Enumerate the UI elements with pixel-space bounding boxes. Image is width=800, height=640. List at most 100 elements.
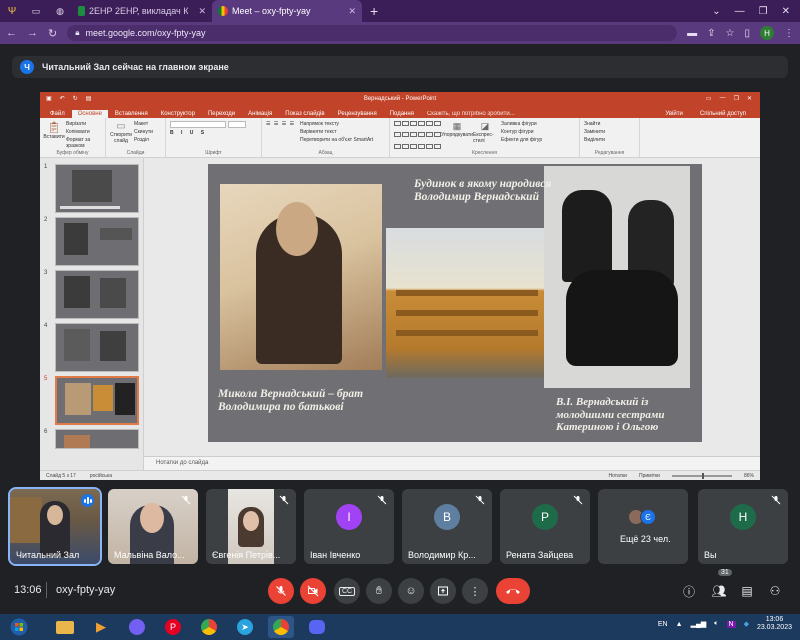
tab-classroom[interactable]: 2ЕНР 2ЕНР, викладач Куслій В.М. ✕ [72, 0, 212, 22]
mic-toggle-button[interactable] [268, 578, 294, 604]
telegram-icon: ➤ [237, 619, 253, 635]
arrange-label: Упорядкувати [441, 132, 473, 138]
captions-button[interactable]: CC [334, 578, 360, 604]
taskbar-chrome-active[interactable] [268, 616, 294, 638]
tray-app-icon[interactable]: ◆ [744, 620, 749, 628]
mic-off-icon [474, 494, 486, 506]
url-field[interactable]: 🔒︎ meet.google.com/oxy-fpty-yay [67, 25, 678, 41]
ribbon-tab-review: Рецензування [337, 111, 377, 117]
participant-tile[interactable]: В Володимир Кр... [402, 489, 492, 564]
forward-icon[interactable]: → [27, 27, 38, 39]
slide-number: 4 [44, 323, 48, 329]
close-icon[interactable]: ✕ [348, 6, 356, 17]
address-toolbar: ← → ↻ 🔒︎ meet.google.com/oxy-fpty-yay ▬ … [0, 22, 800, 44]
chat-icon[interactable]: ▤ [738, 582, 756, 600]
ppt-status-bar: Слайд 5 з 17 російська Нотатки Примітки … [40, 470, 760, 480]
sign-in-label: Увійти [665, 111, 683, 117]
copy-label: Копіювати [66, 129, 90, 135]
volume-icon[interactable]: 🔈︎ [714, 620, 718, 628]
camera-toggle-button[interactable] [300, 578, 326, 604]
share-icon[interactable]: ⇪ [707, 28, 715, 39]
ribbon-tab-design: Конструктор [160, 111, 195, 117]
tab-pinned-2[interactable]: ▭ [24, 0, 48, 22]
raise-hand-button[interactable]: ✋︎ [366, 578, 392, 604]
tab-pinned-1[interactable]: Ψ [0, 0, 24, 22]
taskbar-clock[interactable]: 13:06 23.03.2023 [757, 616, 792, 633]
participant-name: Іван Івченко [310, 550, 361, 560]
thumbnail-row: 6 [44, 429, 139, 449]
ribbon-tab-file: Файл [50, 111, 65, 117]
meet-controls-bar: 13:06 oxy-fpty-yay CC ✋︎ ☺ ⋮ ⓘ 👥︎ ▤ ⚇ [0, 574, 800, 606]
sidepanel-icon[interactable]: ▯ [744, 28, 750, 39]
taskbar-viber[interactable] [124, 616, 150, 638]
tab-search-icon[interactable]: ⌄ [712, 6, 720, 17]
taskbar-discord[interactable] [304, 616, 330, 638]
group-label: Слайди [126, 150, 145, 156]
participant-name: Читальний Зал [16, 550, 80, 560]
maximize-icon[interactable]: ❐ [759, 6, 768, 17]
reset-label: Скинути [134, 129, 153, 135]
taskbar-pinterest[interactable]: P [160, 616, 186, 638]
back-icon[interactable]: ← [6, 27, 17, 39]
participant-tile[interactable]: Читальний Зал [8, 487, 102, 566]
onenote-icon[interactable]: N [726, 620, 736, 628]
slideshow-icon: ▤ [85, 96, 92, 102]
minimize-icon[interactable]: — [735, 6, 745, 17]
self-tile[interactable]: Н Вы [698, 489, 788, 564]
close-icon[interactable]: ✕ [198, 6, 206, 17]
ppt-window-title: Вернадський - PowerPoint [363, 96, 437, 102]
thumbnail-row: 4 [44, 323, 139, 372]
meeting-info-icon[interactable]: ⓘ [680, 582, 698, 600]
close-window-icon[interactable]: ✕ [782, 6, 790, 17]
taskbar-explorer[interactable] [52, 616, 78, 638]
present-button[interactable] [430, 578, 456, 604]
thumbnail-row: 1 [44, 164, 139, 213]
more-participants-tile[interactable]: Є Ещё 23 чел. [598, 489, 688, 564]
taskbar-chrome[interactable] [196, 616, 222, 638]
reload-icon[interactable]: ↻ [48, 27, 57, 40]
tray-arrow-icon[interactable]: ▲ [676, 621, 683, 628]
participant-name: Володимир Кр... [408, 550, 476, 560]
participant-tile[interactable]: Євгенія Петрів... [206, 489, 296, 564]
shape-outline-label: Контур фігури [501, 129, 534, 135]
network-icon[interactable]: ▂▄▆ [691, 620, 707, 628]
profile-avatar[interactable]: Н [760, 26, 774, 40]
participant-name: Рената Зайцева [506, 550, 574, 560]
slide-thumbnail [55, 164, 139, 213]
trident-icon: Ψ [7, 5, 17, 17]
new-slide-label: Створити слайд [110, 132, 132, 144]
smartart-label: Перетворити на об'єкт SmartArt [300, 137, 374, 143]
thumbnail-row: 2 [44, 217, 139, 266]
font-format-buttons: B I U S [170, 130, 208, 136]
more-options-button[interactable]: ⋮ [462, 578, 488, 604]
mic-off-icon [278, 494, 290, 506]
caption-brother: Микола Вернадський – брат Володимира по … [218, 388, 364, 414]
folder-icon: ▭ [31, 5, 41, 16]
leave-call-button[interactable] [496, 578, 530, 604]
participant-avatar: В [434, 504, 460, 530]
menu-kebab-icon[interactable]: ⋮ [784, 28, 794, 39]
activities-icon[interactable]: ⚇ [766, 582, 784, 600]
input-language[interactable]: EN [658, 621, 668, 628]
tab-meet[interactable]: Meet – oxy-fpty-yay ✕ [212, 0, 362, 22]
minimize-icon: — [719, 95, 726, 101]
participant-tile[interactable]: Р Рената Зайцева [500, 489, 590, 564]
bookmark-star-icon[interactable]: ☆ [726, 28, 735, 39]
participant-tile[interactable]: Мальвіна Вало... [108, 489, 198, 564]
camera-icon[interactable]: ▬ [687, 28, 697, 39]
system-tray: EN ▲ ▂▄▆ 🔈︎ N ◆ 13:06 23.03.2023 [658, 616, 792, 633]
new-tab-button[interactable]: + [362, 3, 386, 19]
ribbon-tab-home: Основне [71, 110, 108, 118]
start-button[interactable] [6, 616, 32, 638]
shape-effects-label: Ефекти для фігур [501, 137, 543, 143]
participant-tile[interactable]: І Іван Івченко [304, 489, 394, 564]
taskbar-media-player[interactable]: ▶ [88, 616, 114, 638]
group-label: Абзац [318, 150, 333, 156]
taskbar-telegram[interactable]: ➤ [232, 616, 258, 638]
people-icon[interactable]: 👥︎ [710, 582, 728, 600]
tab-pinned-3[interactable]: ◍ [48, 0, 72, 22]
tab-classroom-label: 2ЕНР 2ЕНР, викладач Куслій В.М. [89, 6, 189, 16]
align-text-label: Вирівняти текст [300, 129, 337, 135]
new-slide-icon: ▭ [116, 121, 126, 132]
reactions-button[interactable]: ☺ [398, 578, 424, 604]
